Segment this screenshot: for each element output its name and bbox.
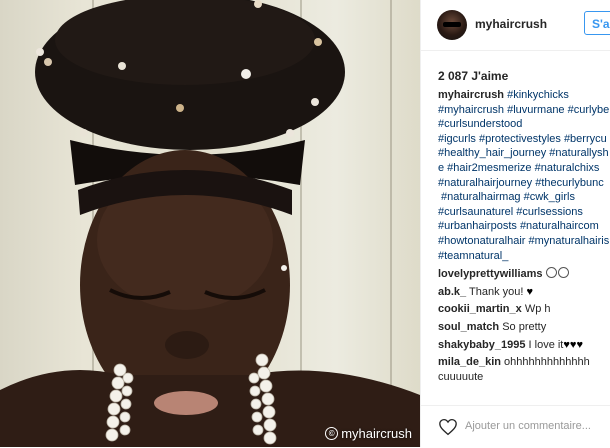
username-link[interactable]: myhaircrush: [475, 17, 547, 31]
comment-text: I love it: [528, 338, 564, 351]
heart-emoji-icon: ♥♥♥: [563, 338, 583, 351]
hashtag-line[interactable]: #kinkychicks: [507, 89, 569, 101]
comment-item: mila_de_kin ohhhhhhhhhhhhh cuuuuute: [438, 355, 610, 384]
heart-outline-icon[interactable]: [438, 418, 458, 436]
comment-text: So pretty: [502, 320, 547, 333]
smile-emoji-icon: [557, 267, 569, 279]
comment-item: soul_match So pretty: [438, 320, 610, 335]
add-comment-input[interactable]: [465, 418, 605, 434]
comment-item: shakybaby_1995 I love it♥♥♥: [438, 338, 610, 353]
hashtag-line[interactable]: #myhaircrush #luvurmane #curlybe: [438, 103, 610, 118]
hashtag-line[interactable]: #naturalhairjourney #thecurlybunc: [438, 176, 610, 191]
avatar[interactable]: [437, 10, 467, 40]
hashtag-line[interactable]: #howtonaturalhair #mynaturalhairis: [438, 234, 610, 249]
comment-text: Thank you!: [469, 285, 527, 298]
caption: myhaircrush #kinkychicks #myhaircrush #l…: [438, 88, 610, 263]
comment-text: cuuuuute: [438, 370, 484, 383]
heart-emoji-icon: ♥: [526, 285, 534, 298]
comment-item: lovelyprettywilliams: [438, 267, 610, 282]
comment-item: cookii_martin_x Wp h: [438, 302, 610, 317]
comment-item: ab.k_ Thank you! ♥: [438, 285, 610, 300]
watermark: © myhaircrush: [325, 426, 412, 441]
comments-list: myhaircrush #kinkychicks #myhaircrush #l…: [438, 88, 610, 387]
post-photo[interactable]: © myhaircrush: [0, 0, 420, 447]
comment-username[interactable]: shakybaby_1995: [438, 339, 525, 351]
comment-username[interactable]: cookii_martin_x: [438, 303, 522, 315]
comment-username[interactable]: mila_de_kin: [438, 356, 501, 368]
hashtag-line[interactable]: #healthy_hair_journey #naturallysh: [438, 146, 610, 161]
post-sidebar: myhaircrush S'abonner 2 087 J'aime myhai…: [420, 0, 610, 447]
watermark-text: myhaircrush: [341, 426, 412, 441]
comment-text: ohhhhhhhhhhhhh: [504, 356, 590, 369]
sunglasses-icon: [443, 22, 461, 27]
portrait-illustration: [0, 0, 420, 447]
hashtag-line[interactable]: #urbanhairposts #naturalhaircom: [438, 219, 610, 234]
hashtag-line[interactable]: #naturalhairmag #cwk_girls: [438, 190, 610, 205]
hashtag-line[interactable]: #curlsunderstood: [438, 117, 610, 132]
smile-emoji-icon: [545, 267, 557, 279]
add-comment-bar: [421, 405, 610, 448]
hashtag-line[interactable]: e #hair2mesmerize #naturalchixs: [438, 161, 610, 176]
hashtag-line[interactable]: #igcurls #protectivestyles #berrycu: [438, 132, 610, 147]
copyright-icon: ©: [325, 427, 339, 440]
comment-username[interactable]: lovelyprettywilliams: [438, 268, 543, 280]
caption-username[interactable]: myhaircrush: [438, 89, 504, 101]
comment-username[interactable]: ab.k_: [438, 286, 466, 298]
hashtag-line[interactable]: #curlsaunaturel #curlsessions: [438, 205, 610, 220]
post-header: myhaircrush S'abonner: [421, 0, 610, 51]
comment-text: Wp h: [524, 303, 551, 316]
likes-count[interactable]: 2 087 J'aime: [438, 69, 508, 83]
hashtag-line[interactable]: #teamnatural_: [438, 249, 610, 264]
follow-button[interactable]: S'abonner: [584, 11, 610, 35]
comment-username[interactable]: soul_match: [438, 321, 499, 333]
lips: [154, 391, 218, 415]
